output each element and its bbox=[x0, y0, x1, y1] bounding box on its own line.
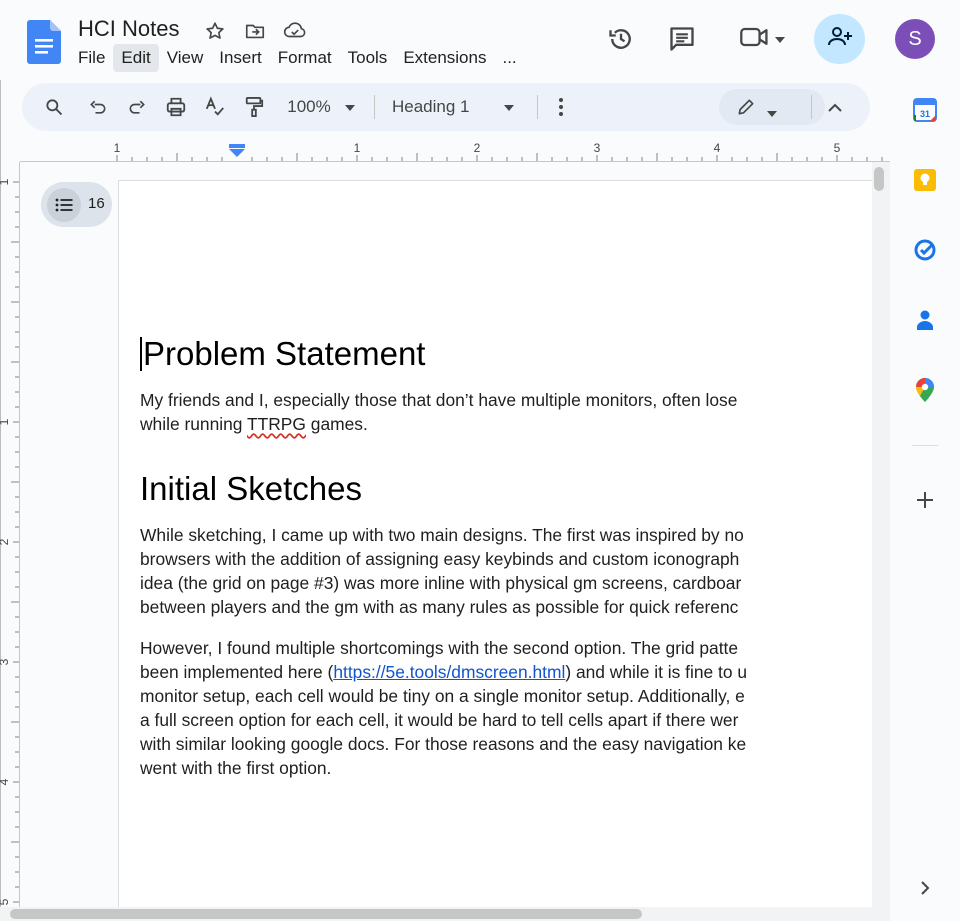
document-title[interactable]: HCI Notes bbox=[78, 16, 179, 42]
star-icon[interactable] bbox=[202, 18, 228, 44]
document-outline-button[interactable]: 16 bbox=[41, 182, 112, 227]
vertical-ruler[interactable]: 1 1 2 3 4 5 bbox=[0, 162, 20, 907]
menu-view[interactable]: View bbox=[159, 44, 212, 72]
maps-icon[interactable] bbox=[910, 375, 940, 405]
horizontal-ruler[interactable]: 1 1 2 3 4 5 bbox=[20, 140, 890, 162]
paragraph-line: between players and the gm with as many … bbox=[140, 597, 739, 617]
paragraph-line: a full screen option for each cell, it w… bbox=[140, 710, 739, 730]
comments-icon[interactable] bbox=[663, 20, 701, 58]
redo-icon[interactable] bbox=[123, 93, 151, 121]
ruler-label: 1 bbox=[354, 141, 361, 155]
hide-menus-icon[interactable] bbox=[822, 93, 848, 121]
keep-icon[interactable] bbox=[910, 165, 940, 195]
tasks-icon[interactable] bbox=[910, 235, 940, 265]
menu-tools[interactable]: Tools bbox=[340, 44, 396, 72]
paragraph-line: While sketching, I came up with two main… bbox=[140, 525, 744, 545]
zoom-select[interactable]: 100% bbox=[280, 93, 362, 121]
ruler-label: 1 bbox=[0, 418, 11, 425]
menu-format[interactable]: Format bbox=[270, 44, 340, 72]
dmscreen-link[interactable]: https://5e.tools/dmscreen.html bbox=[333, 662, 565, 682]
zoom-value: 100% bbox=[287, 97, 331, 116]
horizontal-scroll-thumb[interactable] bbox=[10, 909, 642, 919]
contacts-icon[interactable] bbox=[910, 305, 940, 335]
outline-list-icon bbox=[47, 188, 81, 222]
paragraph-line: browsers with the addition of assigning … bbox=[140, 549, 740, 569]
print-icon[interactable] bbox=[162, 93, 190, 121]
paragraph-line: idea (the grid on page #3) was more inli… bbox=[140, 573, 742, 593]
outline-count: 16 bbox=[88, 195, 105, 212]
add-person-icon bbox=[827, 26, 853, 53]
menu-bar: File Edit View Insert Format Tools Exten… bbox=[70, 44, 525, 72]
ruler-label: 1 bbox=[114, 141, 121, 155]
calendar-icon[interactable]: 31 bbox=[910, 95, 940, 125]
text-cursor bbox=[140, 337, 142, 371]
svg-text:31: 31 bbox=[920, 109, 930, 119]
paragraph-line: monitor setup, each cell would be tiny o… bbox=[140, 686, 745, 706]
heading-initial-sketches: Initial Sketches bbox=[140, 470, 362, 507]
video-camera-icon bbox=[739, 24, 771, 55]
document-canvas: 16 Problem Statement My friends and I, e… bbox=[20, 162, 872, 907]
app-header: HCI Notes File Edit View Insert Format T… bbox=[0, 0, 960, 80]
docs-logo-icon[interactable] bbox=[27, 20, 61, 64]
formatting-toolbar: 100% Heading 1 bbox=[22, 83, 870, 131]
ruler-label: 4 bbox=[0, 778, 11, 785]
paragraph-line: My friends and I, especially those that … bbox=[140, 390, 738, 410]
paragraph-style-value: Heading 1 bbox=[392, 97, 470, 116]
ruler-label: 1 bbox=[0, 178, 11, 185]
add-icon[interactable] bbox=[910, 485, 940, 515]
ruler-label: 4 bbox=[714, 141, 721, 155]
meet-button[interactable] bbox=[732, 20, 792, 58]
chevron-down-icon bbox=[775, 30, 785, 48]
paint-format-icon[interactable] bbox=[240, 93, 268, 121]
paragraph-line: However, I found multiple shortcomings w… bbox=[140, 638, 739, 658]
side-panel-divider bbox=[912, 445, 938, 446]
undo-icon[interactable] bbox=[84, 93, 112, 121]
more-options-icon[interactable] bbox=[549, 93, 573, 121]
misspelled-word[interactable]: TTRPG bbox=[247, 414, 306, 434]
ruler-label: 5 bbox=[0, 898, 11, 905]
document-body[interactable]: Problem Statement My friends and I, espe… bbox=[140, 334, 860, 780]
toolbar-divider bbox=[537, 95, 538, 119]
toolbar-divider bbox=[811, 95, 812, 119]
paragraph-line: been implemented here (https://5e.tools/… bbox=[140, 662, 748, 682]
toolbar-divider bbox=[374, 95, 375, 119]
vertical-scrollbar[interactable] bbox=[872, 162, 890, 907]
menu-file[interactable]: File bbox=[70, 44, 113, 72]
ruler-label: 2 bbox=[474, 141, 481, 155]
move-to-folder-icon[interactable] bbox=[242, 18, 268, 44]
share-button[interactable] bbox=[814, 14, 865, 64]
paragraph-line: went with the first option. bbox=[140, 758, 332, 778]
chevron-right-icon[interactable] bbox=[910, 873, 940, 903]
cloud-saved-icon[interactable] bbox=[282, 18, 308, 44]
ruler-label: 3 bbox=[0, 658, 11, 665]
menu-extensions[interactable]: Extensions bbox=[395, 44, 494, 72]
ruler-label: 3 bbox=[594, 141, 601, 155]
heading-problem-statement: Problem Statement bbox=[143, 335, 426, 372]
search-menus-icon[interactable] bbox=[40, 93, 68, 121]
side-panel: 31 bbox=[890, 80, 960, 921]
chevron-down-icon bbox=[767, 104, 777, 122]
paragraph-line: with similar looking google docs. For th… bbox=[140, 734, 747, 754]
pencil-icon bbox=[736, 97, 756, 122]
menu-insert[interactable]: Insert bbox=[211, 44, 270, 72]
ruler-label: 2 bbox=[0, 538, 11, 545]
spellcheck-icon[interactable] bbox=[201, 93, 229, 121]
chevron-down-icon bbox=[344, 98, 355, 116]
paragraph-line: while running TTRPG games. bbox=[140, 414, 368, 434]
chevron-down-icon bbox=[503, 98, 514, 116]
version-history-icon[interactable] bbox=[602, 20, 640, 58]
vertical-scroll-thumb[interactable] bbox=[874, 167, 884, 191]
menu-more[interactable]: ... bbox=[494, 44, 524, 72]
ruler-label: 5 bbox=[834, 141, 841, 155]
paragraph-style-select[interactable]: Heading 1 bbox=[392, 93, 522, 121]
editing-mode-button[interactable] bbox=[719, 89, 825, 125]
account-avatar[interactable]: S bbox=[895, 19, 935, 59]
indent-marker[interactable] bbox=[229, 144, 245, 157]
menu-edit[interactable]: Edit bbox=[113, 44, 159, 72]
